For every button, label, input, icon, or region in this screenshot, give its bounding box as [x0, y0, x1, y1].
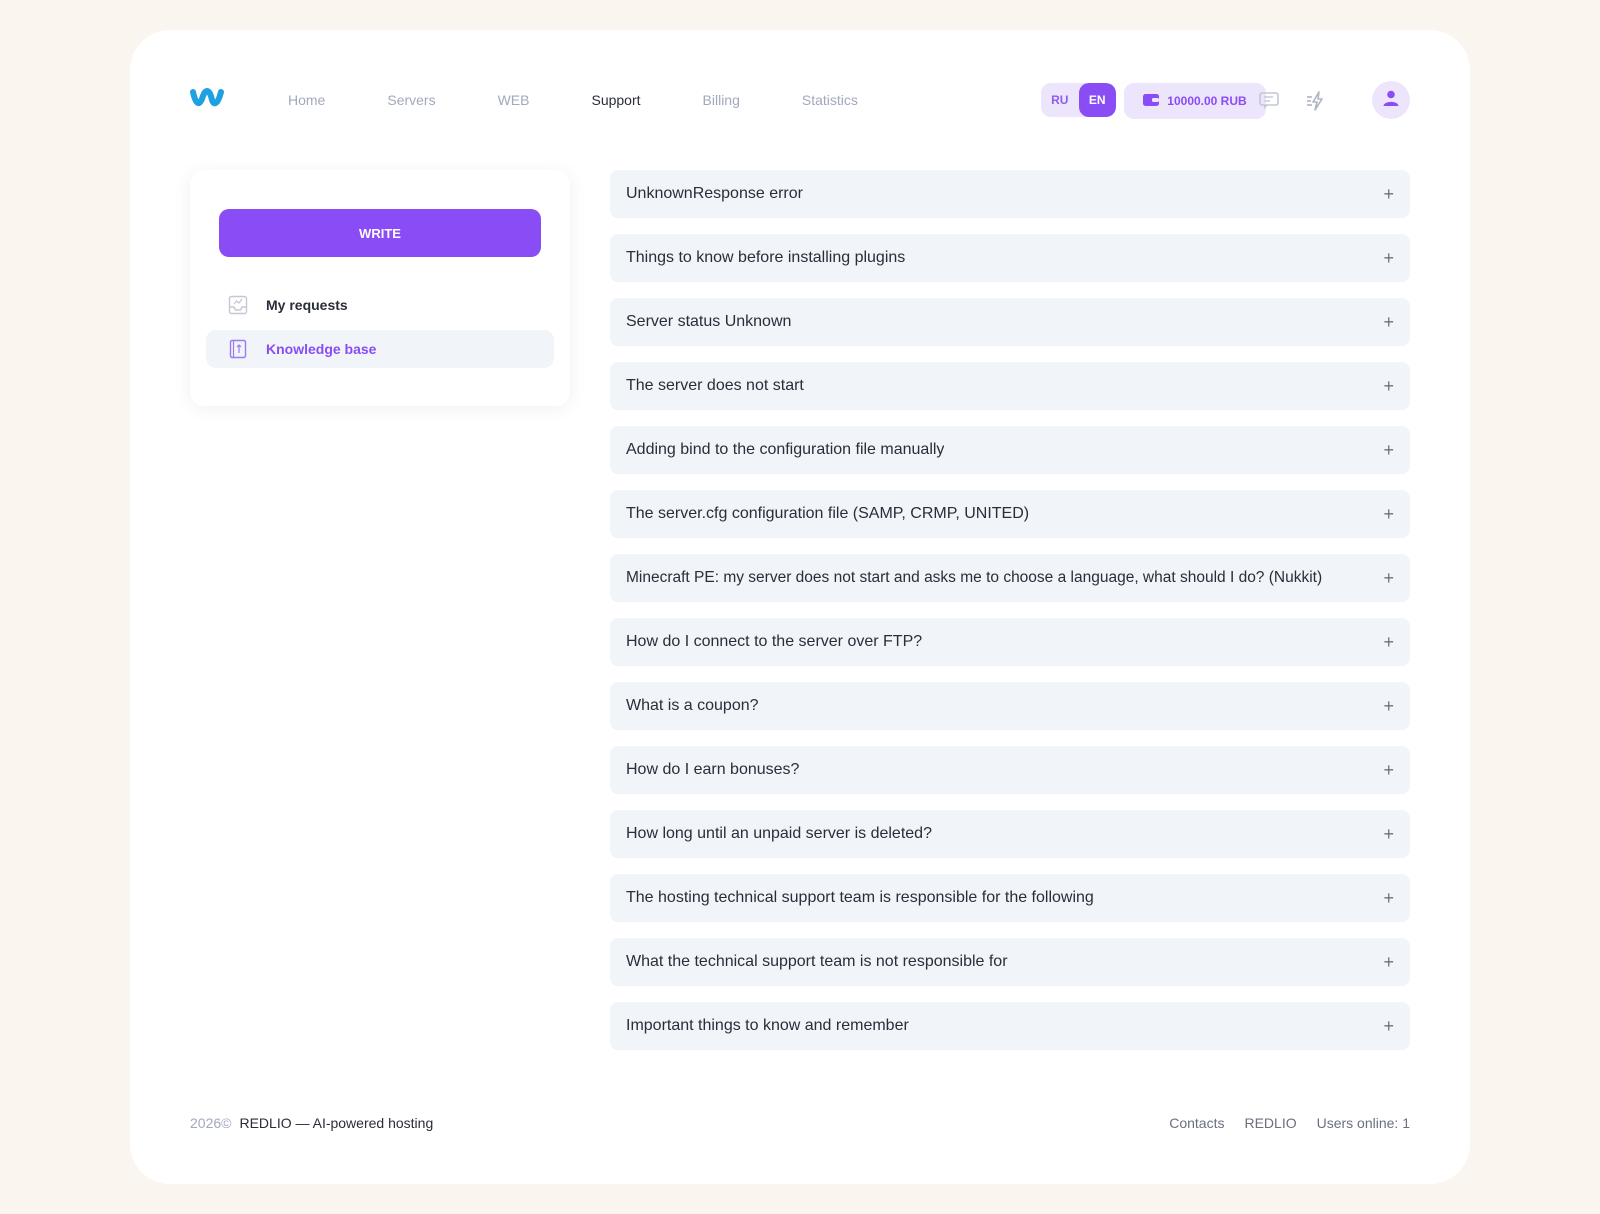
plus-icon[interactable]: + [1383, 633, 1394, 651]
lang-en-button[interactable]: EN [1078, 83, 1116, 117]
faq-question: Things to know before installing plugins [626, 249, 906, 266]
faq-question: The server does not start [626, 377, 804, 394]
chat-icon[interactable] [1256, 88, 1282, 114]
nav-home[interactable]: Home [288, 90, 325, 110]
faq-item[interactable]: How long until an unpaid server is delet… [610, 810, 1410, 858]
faq-question: Server status Unknown [626, 313, 792, 330]
faq-question: Important things to know and remember [626, 1017, 909, 1034]
support-sidebar: WRITE My requests Knowledge base [190, 170, 570, 406]
faq-item[interactable]: Things to know before installing plugins… [610, 234, 1410, 282]
plus-icon[interactable]: + [1383, 761, 1394, 779]
sidebar-item-my-requests[interactable]: My requests [206, 286, 554, 324]
plus-icon[interactable]: + [1383, 953, 1394, 971]
faq-item[interactable]: How do I earn bonuses? + [610, 746, 1410, 794]
faq-question: What the technical support team is not r… [626, 953, 1008, 970]
faq-item[interactable]: The server does not start + [610, 362, 1410, 410]
footer-link-contacts[interactable]: Contacts [1169, 1115, 1224, 1131]
nav-billing[interactable]: Billing [703, 90, 740, 110]
main-card: Home Servers WEB Support Billing Statist… [130, 30, 1470, 1184]
footer-link-redlio[interactable]: REDLIO [1244, 1115, 1296, 1131]
avatar[interactable] [1372, 81, 1410, 119]
faq-question: UnknownResponse error [626, 185, 803, 202]
faq-item[interactable]: The server.cfg configuration file (SAMP,… [610, 490, 1410, 538]
faq-item[interactable]: UnknownResponse error + [610, 170, 1410, 218]
faq-question: The hosting technical support team is re… [626, 889, 1094, 906]
faq-item[interactable]: The hosting technical support team is re… [610, 874, 1410, 922]
plus-icon[interactable]: + [1383, 249, 1394, 267]
footer-year: 2026© [190, 1115, 232, 1131]
plus-icon[interactable]: + [1383, 825, 1394, 843]
balance-amount: 10000.00 RUB [1167, 94, 1247, 108]
plus-icon[interactable]: + [1383, 377, 1394, 395]
knowledge-base-list: UnknownResponse error + Things to know be… [610, 170, 1410, 1066]
language-switch: RU EN [1041, 83, 1116, 117]
sidebar-item-label: My requests [266, 297, 348, 313]
sidebar-item-label: Knowledge base [266, 341, 377, 357]
nav-support[interactable]: Support [591, 90, 640, 110]
faq-question: How do I connect to the server over FTP? [626, 633, 923, 650]
book-icon [228, 339, 248, 359]
faq-item[interactable]: Adding bind to the configuration file ma… [610, 426, 1410, 474]
plus-icon[interactable]: + [1383, 185, 1394, 203]
user-icon [1382, 89, 1400, 112]
plus-icon[interactable]: + [1383, 441, 1394, 459]
write-button[interactable]: WRITE [219, 209, 541, 257]
nav-servers[interactable]: Servers [387, 90, 435, 110]
faq-item[interactable]: Important things to know and remember + [610, 1002, 1410, 1050]
faq-item[interactable]: Server status Unknown + [610, 298, 1410, 346]
faq-question: Minecraft PE: my server does not start a… [626, 569, 1323, 586]
faq-question: What is a coupon? [626, 697, 759, 714]
plus-icon[interactable]: + [1383, 569, 1394, 587]
faq-item[interactable]: How do I connect to the server over FTP?… [610, 618, 1410, 666]
footer-links: Contacts REDLIO Users online: 1 [1169, 1115, 1410, 1131]
lang-ru-button[interactable]: RU [1041, 83, 1079, 117]
faq-question: How do I earn bonuses? [626, 761, 800, 778]
faq-item[interactable]: Minecraft PE: my server does not start a… [610, 554, 1410, 602]
footer-copyright: 2026© REDLIO — AI-powered hosting [190, 1115, 433, 1131]
plus-icon[interactable]: + [1383, 505, 1394, 523]
nav-statistics[interactable]: Statistics [802, 90, 858, 110]
lightning-icon[interactable] [1304, 88, 1330, 114]
plus-icon[interactable]: + [1383, 1017, 1394, 1035]
wave-logo-icon[interactable] [190, 86, 224, 110]
faq-question: Adding bind to the configuration file ma… [626, 441, 945, 458]
plus-icon[interactable]: + [1383, 313, 1394, 331]
plus-icon[interactable]: + [1383, 697, 1394, 715]
footer-tagline: REDLIO — AI-powered hosting [239, 1115, 434, 1131]
balance-button[interactable]: 10000.00 RUB [1124, 83, 1266, 119]
wallet-icon [1143, 93, 1160, 110]
nav-web[interactable]: WEB [498, 90, 530, 110]
main-nav: Home Servers WEB Support Billing Statist… [288, 90, 920, 110]
faq-question: How long until an unpaid server is delet… [626, 825, 932, 842]
plus-icon[interactable]: + [1383, 889, 1394, 907]
faq-question: The server.cfg configuration file (SAMP,… [626, 505, 1030, 522]
inbox-icon [228, 295, 248, 315]
faq-item[interactable]: What is a coupon? + [610, 682, 1410, 730]
faq-item[interactable]: What the technical support team is not r… [610, 938, 1410, 986]
users-online: Users online: 1 [1316, 1115, 1410, 1131]
sidebar-item-knowledge-base[interactable]: Knowledge base [206, 330, 554, 368]
